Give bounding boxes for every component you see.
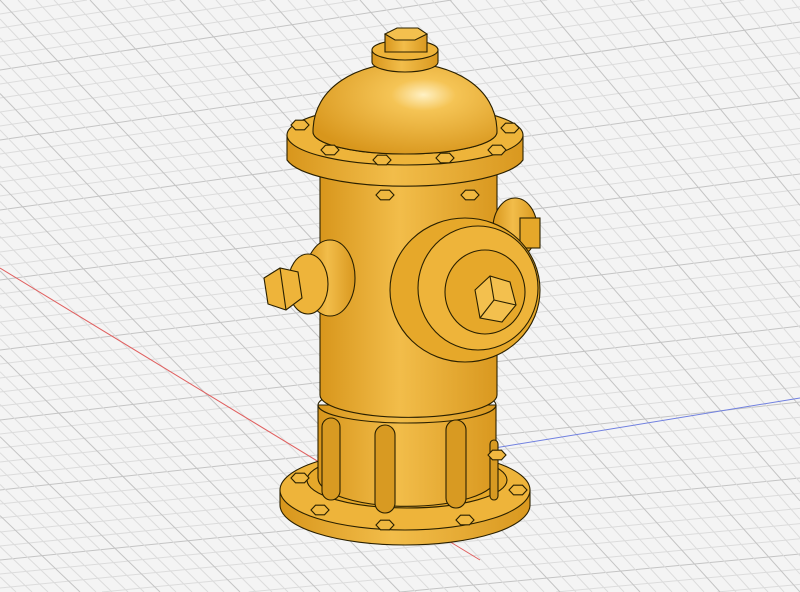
bolt-head — [310, 504, 330, 516]
top-operating-nut — [371, 27, 439, 73]
bolt-head — [290, 472, 310, 484]
fire-hydrant-model[interactable] — [263, 27, 541, 546]
grid-line — [0, 576, 17, 592]
viewport-canvas[interactable] — [0, 0, 800, 592]
bolt-head — [500, 122, 520, 134]
grid-line — [719, 0, 800, 100]
grid-line — [0, 287, 305, 592]
lower-barrel — [317, 404, 497, 507]
grid-line — [575, 0, 800, 268]
grid-line — [0, 515, 81, 592]
bolt-head — [455, 514, 475, 526]
grid-line — [683, 0, 800, 143]
grid-line — [701, 0, 800, 121]
grid-line — [0, 452, 145, 592]
grid-line — [791, 0, 800, 11]
bolt-head — [290, 119, 310, 131]
grid-line — [611, 0, 800, 227]
grid-line — [629, 0, 800, 206]
bolt-head — [508, 484, 528, 496]
grid-line — [539, 0, 800, 309]
left-nozzle — [263, 239, 356, 317]
pumper-nozzle — [389, 217, 541, 363]
3d-viewport[interactable] — [0, 0, 800, 592]
grid-line — [248, 538, 800, 592]
grid-line — [0, 420, 177, 592]
grid-line — [0, 484, 113, 592]
grid-line — [399, 553, 800, 592]
bolt-head — [320, 144, 340, 156]
grid-line — [503, 0, 800, 349]
bolt-head — [375, 519, 395, 531]
bolt-head — [435, 152, 455, 164]
bolt-head — [372, 154, 392, 166]
grid-line — [0, 0, 176, 29]
dome-cap — [312, 62, 498, 155]
bolt-head — [460, 189, 480, 201]
bolt-head — [487, 449, 507, 461]
grid-line — [557, 0, 800, 289]
bolt-head — [487, 144, 507, 156]
grid-line — [0, 371, 225, 592]
grid-line — [0, 0, 358, 57]
grid-line — [0, 499, 97, 592]
bolt-head — [375, 189, 395, 201]
